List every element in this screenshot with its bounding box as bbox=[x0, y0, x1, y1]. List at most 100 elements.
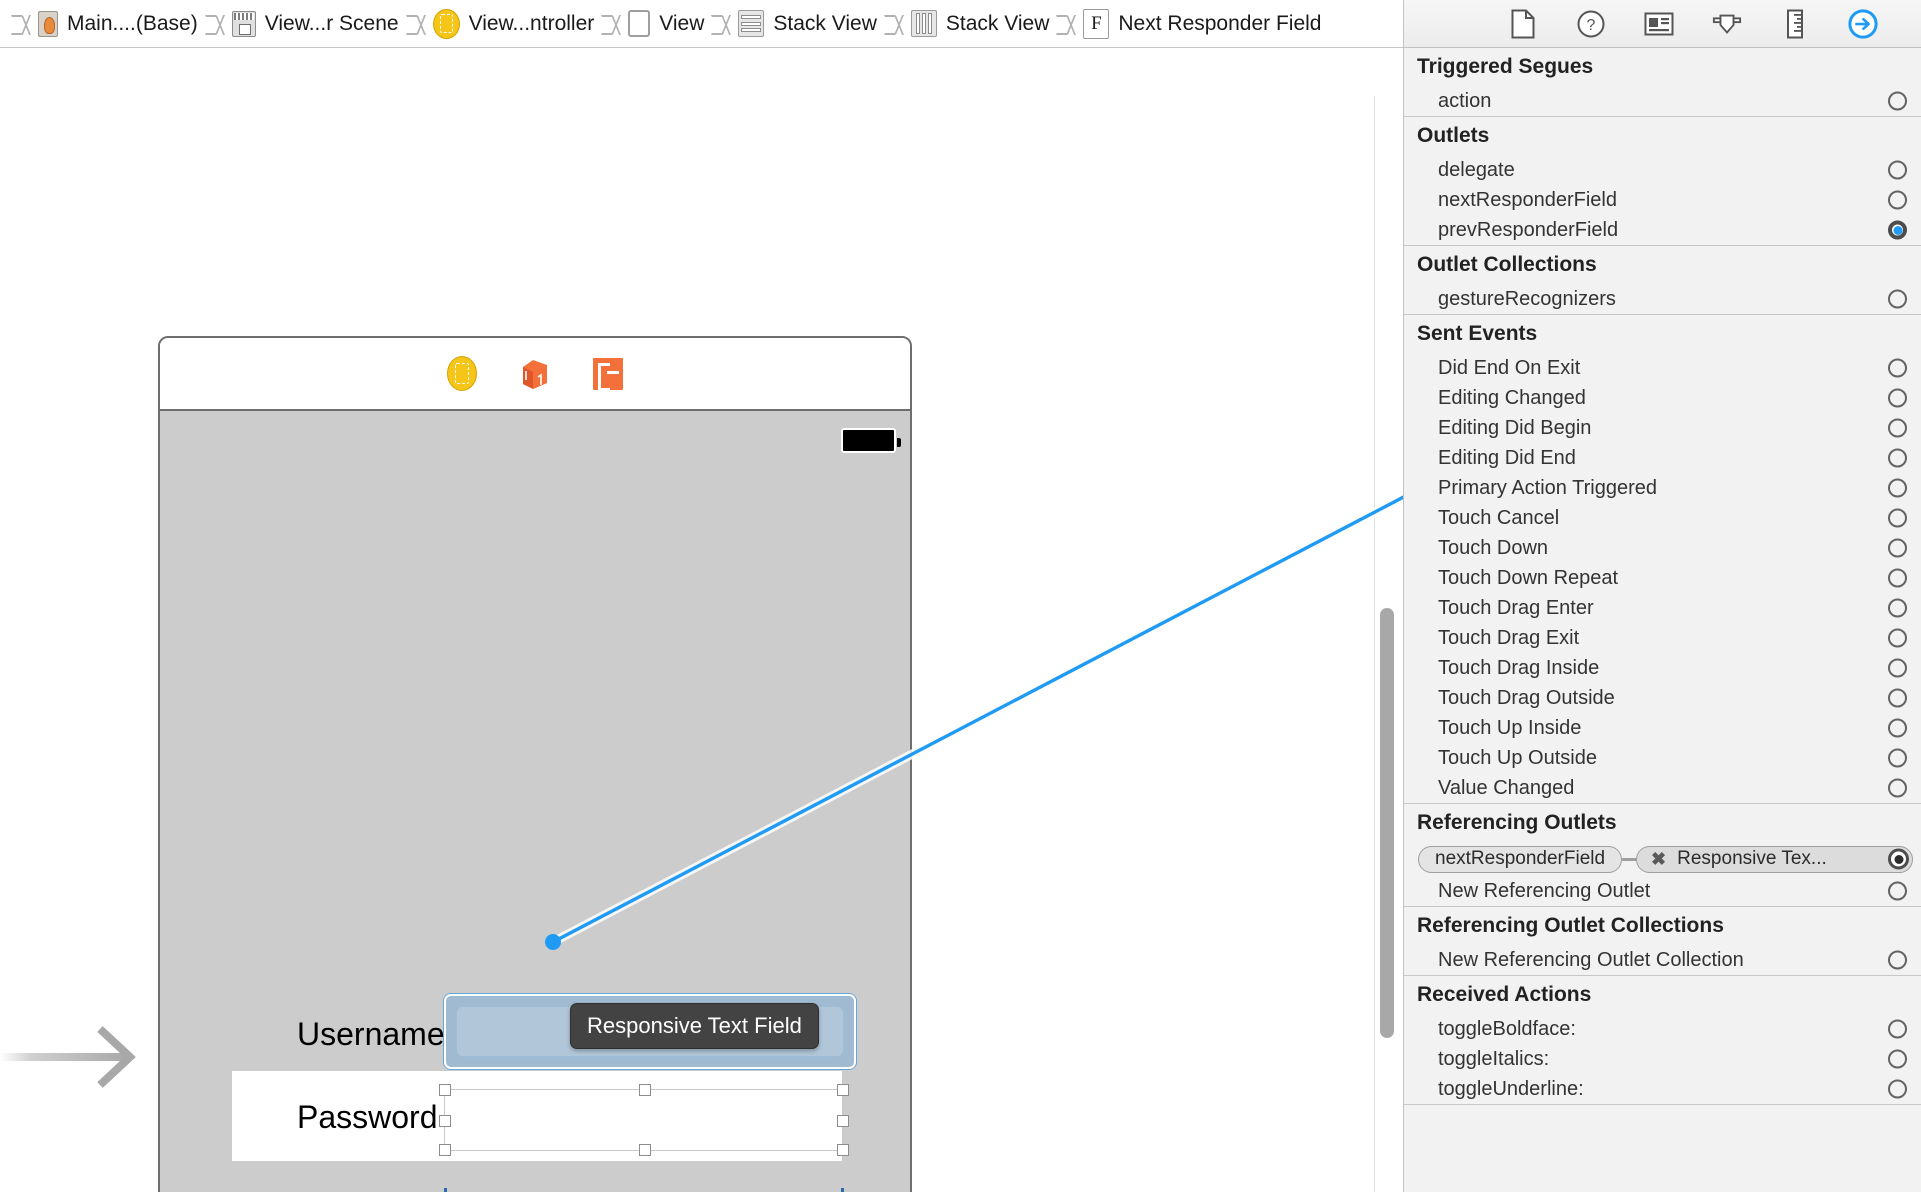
connection-row-event[interactable]: Touch Drag Outside bbox=[1404, 683, 1921, 713]
connections-inspector-panel[interactable]: Triggered Segues action Outlets delegate… bbox=[1403, 48, 1921, 1192]
connection-well-icon[interactable] bbox=[1888, 1079, 1907, 1099]
connection-row-action[interactable]: action bbox=[1404, 86, 1921, 116]
connection-row-event[interactable]: Did End On Exit bbox=[1404, 353, 1921, 383]
connection-well-icon[interactable] bbox=[1888, 658, 1907, 678]
breadcrumb-item-storyboard[interactable]: Main....(Base) bbox=[38, 0, 198, 47]
connection-well-icon[interactable] bbox=[1888, 160, 1907, 180]
connection-well-icon[interactable] bbox=[1888, 91, 1907, 111]
connection-row-event[interactable]: Touch Cancel bbox=[1404, 503, 1921, 533]
connection-row-gesture-recognizers[interactable]: gestureRecognizers bbox=[1404, 284, 1921, 314]
identity-inspector-icon[interactable] bbox=[1644, 9, 1674, 39]
connection-label: toggleItalics: bbox=[1438, 1047, 1550, 1070]
connection-well-icon[interactable] bbox=[1888, 568, 1907, 588]
connections-inspector-icon[interactable] bbox=[1847, 8, 1878, 39]
exit-dock-icon[interactable] bbox=[593, 357, 623, 391]
connection-row-event[interactable]: Value Changed bbox=[1404, 773, 1921, 803]
attributes-inspector-icon[interactable] bbox=[1712, 9, 1742, 39]
connection-well-icon[interactable] bbox=[1888, 718, 1907, 738]
connection-well-icon[interactable] bbox=[1888, 418, 1907, 438]
connection-well-icon[interactable] bbox=[1888, 508, 1907, 528]
breadcrumb-chevron-icon bbox=[10, 0, 32, 47]
first-responder-dock-icon[interactable] bbox=[519, 357, 551, 391]
quick-help-inspector-icon[interactable]: ? bbox=[1576, 9, 1606, 39]
connection-row-delegate[interactable]: delegate bbox=[1404, 155, 1921, 185]
disconnect-icon[interactable]: ✖ bbox=[1651, 849, 1666, 870]
referencing-outlet-target[interactable]: ✖ Responsive Tex... bbox=[1636, 845, 1913, 873]
connection-well-icon[interactable] bbox=[1888, 190, 1907, 210]
connection-row-toggle-italics[interactable]: toggleItalics: bbox=[1404, 1044, 1921, 1074]
breadcrumb-item-next-responder-field[interactable]: F Next Responder Field bbox=[1083, 0, 1322, 47]
connection-row-toggle-boldface[interactable]: toggleBoldface: bbox=[1404, 1014, 1921, 1044]
connection-row-event[interactable]: Touch Up Inside bbox=[1404, 713, 1921, 743]
referencing-outlet-name[interactable]: nextResponderField bbox=[1418, 845, 1623, 873]
connection-well-icon-connected[interactable] bbox=[1888, 848, 1909, 870]
connection-target-tooltip: Responsive Text Field bbox=[570, 1003, 819, 1049]
connection-well-icon[interactable] bbox=[1888, 688, 1907, 708]
connection-row-next-responder-field[interactable]: nextResponderField bbox=[1404, 185, 1921, 215]
connection-row-prev-responder-field[interactable]: prevResponderField bbox=[1404, 215, 1921, 245]
connection-well-icon[interactable] bbox=[1888, 448, 1907, 468]
connection-label: Editing Did End bbox=[1438, 446, 1576, 469]
connection-well-icon[interactable] bbox=[1888, 748, 1907, 768]
size-inspector-icon[interactable] bbox=[1780, 9, 1810, 39]
resize-handle[interactable] bbox=[837, 1144, 849, 1156]
connection-row-event[interactable]: Touch Down Repeat bbox=[1404, 563, 1921, 593]
connection-row-event[interactable]: Primary Action Triggered bbox=[1404, 473, 1921, 503]
connection-row-event[interactable]: Touch Drag Exit bbox=[1404, 623, 1921, 653]
inspector-section-sent-events: Sent Events Did End On Exit Editing Chan… bbox=[1404, 315, 1921, 804]
connection-well-icon[interactable] bbox=[1888, 289, 1907, 309]
connection-well-icon[interactable] bbox=[1888, 358, 1907, 378]
connection-row-new-referencing-outlet-collection[interactable]: New Referencing Outlet Collection bbox=[1404, 945, 1921, 975]
storyboard-document-icon bbox=[38, 10, 58, 37]
connection-row-event[interactable]: Editing Did Begin bbox=[1404, 413, 1921, 443]
connection-row-event[interactable]: Touch Drag Enter bbox=[1404, 593, 1921, 623]
breadcrumb-item-view-controller[interactable]: View...ntroller bbox=[432, 0, 594, 47]
canvas-scrollbar-thumb[interactable] bbox=[1380, 608, 1394, 1038]
connection-row-new-referencing-outlet[interactable]: New Referencing Outlet bbox=[1404, 876, 1921, 906]
connection-row-event[interactable]: Touch Down bbox=[1404, 533, 1921, 563]
connection-label: Touch Drag Enter bbox=[1438, 596, 1594, 619]
resize-handle[interactable] bbox=[439, 1115, 451, 1127]
connection-well-icon[interactable] bbox=[1888, 950, 1907, 970]
connection-label: delegate bbox=[1438, 158, 1515, 181]
file-inspector-icon[interactable] bbox=[1508, 9, 1538, 39]
section-title: Sent Events bbox=[1417, 322, 1538, 345]
connection-well-icon[interactable] bbox=[1888, 1019, 1907, 1039]
breadcrumb-item-scene[interactable]: View...r Scene bbox=[231, 0, 399, 47]
resize-handle[interactable] bbox=[639, 1084, 651, 1096]
resize-handle[interactable] bbox=[837, 1115, 849, 1127]
connection-label: nextResponderField bbox=[1438, 188, 1617, 211]
connection-well-icon[interactable] bbox=[1888, 538, 1907, 558]
breadcrumb-item-stack-view-inner[interactable]: Stack View bbox=[910, 0, 1049, 47]
password-text-field[interactable] bbox=[439, 1084, 849, 1156]
referencing-outlet-connected-row[interactable]: nextResponderField ✖ Responsive Tex... bbox=[1404, 842, 1921, 876]
text-field-icon: F bbox=[1083, 8, 1110, 39]
resize-handle[interactable] bbox=[439, 1084, 451, 1096]
connection-well-icon[interactable] bbox=[1888, 1049, 1907, 1069]
inspector-toolbar: ? bbox=[1403, 0, 1921, 48]
resize-handle[interactable] bbox=[639, 1144, 651, 1156]
scene-view-controller[interactable]: Username Password bbox=[158, 336, 912, 1192]
connection-well-icon[interactable] bbox=[1888, 388, 1907, 408]
login-button[interactable]: Login bbox=[160, 1186, 910, 1192]
connection-row-event[interactable]: Touch Drag Inside bbox=[1404, 653, 1921, 683]
connection-row-toggle-underline[interactable]: toggleUnderline: bbox=[1404, 1074, 1921, 1104]
breadcrumb-item-view[interactable]: View bbox=[628, 0, 704, 47]
connection-row-event[interactable]: Editing Did End bbox=[1404, 443, 1921, 473]
connection-well-icon[interactable] bbox=[1888, 778, 1907, 798]
connection-well-icon[interactable] bbox=[1888, 478, 1907, 498]
resize-handle[interactable] bbox=[837, 1084, 849, 1096]
resize-handle[interactable] bbox=[439, 1144, 451, 1156]
connection-well-icon[interactable] bbox=[1888, 598, 1907, 618]
view-controller-dock-icon[interactable] bbox=[447, 356, 477, 391]
connection-well-icon[interactable] bbox=[1888, 881, 1907, 901]
connection-row-event[interactable]: Editing Changed bbox=[1404, 383, 1921, 413]
connection-well-icon[interactable] bbox=[1888, 628, 1907, 648]
connection-row-event[interactable]: Touch Up Outside bbox=[1404, 743, 1921, 773]
connection-label: Touch Cancel bbox=[1438, 506, 1560, 529]
breadcrumb-chevron-icon bbox=[1055, 0, 1077, 47]
storyboard-canvas[interactable]: Username Password Responsive Text Field bbox=[0, 48, 1403, 1192]
inspector-section-outlets: Outlets delegate nextResponderField prev… bbox=[1404, 117, 1921, 246]
breadcrumb-item-stack-view-outer[interactable]: Stack View bbox=[738, 0, 877, 47]
connection-well-icon-active[interactable] bbox=[1888, 220, 1907, 240]
